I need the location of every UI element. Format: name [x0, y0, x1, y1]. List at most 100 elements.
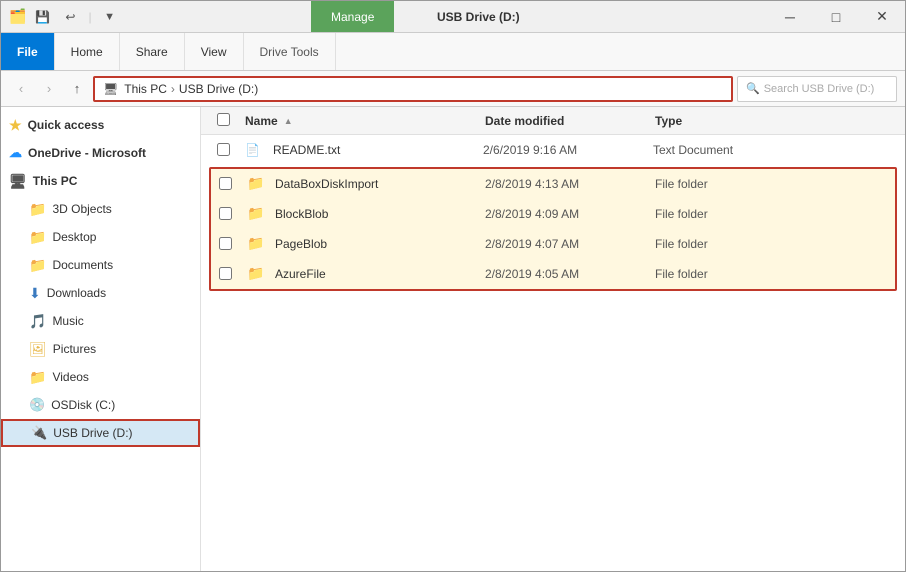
tab-home[interactable]: Home: [55, 33, 120, 70]
tab-file[interactable]: File: [1, 33, 55, 70]
minimize-button[interactable]: ─: [767, 1, 813, 33]
sidebar-item-label: Desktop: [52, 230, 96, 244]
search-box[interactable]: 🔍 Search USB Drive (D:): [737, 76, 897, 102]
tab-view[interactable]: View: [185, 33, 244, 70]
sidebar-item-documents[interactable]: 📁 Documents: [1, 251, 200, 279]
sidebar-quick-access[interactable]: ★ Quick access: [1, 111, 200, 139]
quick-access-label: Quick access: [28, 118, 105, 132]
sidebar-item-usb-drive[interactable]: 🔌 USB Drive (D:): [1, 419, 200, 447]
address-box[interactable]: 🖥 This PC › USB Drive (D:): [93, 76, 733, 102]
file-date: 2/8/2019 4:05 AM: [485, 267, 655, 281]
title-bar-left: 🗂️ 💾 ↩ | ▼: [1, 1, 130, 32]
column-headers: Name ▲ Date modified Type: [201, 107, 905, 135]
row-checkbox[interactable]: [219, 237, 232, 250]
window-icon: 🗂️: [9, 8, 26, 25]
ribbon: File Home Share View Drive Tools: [1, 33, 905, 71]
col-name-header[interactable]: Name ▲: [245, 114, 485, 128]
folder-icon: 📁: [247, 235, 269, 252]
this-pc-icon: 🖥: [9, 173, 27, 190]
undo-button[interactable]: ↩: [58, 5, 82, 29]
file-type: Text Document: [653, 143, 889, 157]
onedrive-label: OneDrive - Microsoft: [28, 146, 146, 160]
row-checkbox[interactable]: [219, 177, 232, 190]
sidebar-item-downloads[interactable]: ⬇ Downloads: [1, 279, 200, 307]
file-type: File folder: [655, 267, 887, 281]
file-type: File folder: [655, 207, 887, 221]
sidebar: ★ Quick access ☁ OneDrive - Microsoft 🖥 …: [1, 107, 201, 571]
sidebar-item-videos[interactable]: 📁 Videos: [1, 363, 200, 391]
sidebar-item-label: Downloads: [47, 286, 106, 300]
sidebar-item-osdisk[interactable]: 💿 OSDisk (C:): [1, 391, 200, 419]
folder-icon: 📁: [29, 201, 46, 218]
title-bar: 🗂️ 💾 ↩ | ▼ Manage USB Drive (D:) ─ □ ✕: [1, 1, 905, 33]
file-checkbox[interactable]: [219, 207, 247, 220]
file-name: DataBoxDiskImport: [275, 177, 485, 191]
address-bar: ‹ › ↑ 🖥 This PC › USB Drive (D:) 🔍 Searc…: [1, 71, 905, 107]
sidebar-item-label: USB Drive (D:): [53, 426, 132, 440]
file-checkbox[interactable]: [217, 143, 245, 156]
close-button[interactable]: ✕: [859, 1, 905, 33]
file-checkbox[interactable]: [219, 177, 247, 190]
tab-drive-tools[interactable]: Drive Tools: [244, 33, 336, 70]
tab-share[interactable]: Share: [120, 33, 185, 70]
search-placeholder: Search USB Drive (D:): [764, 83, 875, 95]
breadcrumb-this-pc: This PC: [124, 82, 167, 96]
sidebar-item-pictures[interactable]: 🖼 Pictures: [1, 335, 200, 363]
manage-tab[interactable]: Manage: [311, 1, 394, 32]
sidebar-onedrive[interactable]: ☁ OneDrive - Microsoft: [1, 139, 200, 167]
file-row-blockblob[interactable]: 📁 BlockBlob 2/8/2019 4:09 AM File folder: [211, 199, 895, 229]
window-title: USB Drive (D:): [421, 1, 520, 32]
file-date: 2/6/2019 9:16 AM: [483, 143, 653, 157]
music-icon: 🎵: [29, 313, 46, 330]
sidebar-item-desktop[interactable]: 📁 Desktop: [1, 223, 200, 251]
breadcrumb-usb: USB Drive (D:): [179, 82, 258, 96]
row-checkbox[interactable]: [217, 143, 230, 156]
drive-icon: 💿: [29, 397, 45, 413]
col-date-header[interactable]: Date modified: [485, 114, 655, 128]
folder-icon: 📁: [247, 175, 269, 192]
properties-button[interactable]: ▼: [98, 5, 122, 29]
content-area: Name ▲ Date modified Type 📄 README.txt 2…: [201, 107, 905, 571]
up-button[interactable]: ↑: [65, 77, 89, 101]
tab-file-label: File: [17, 45, 38, 59]
quick-access-icon: ★: [9, 117, 22, 134]
file-name: AzureFile: [275, 267, 485, 281]
row-checkbox[interactable]: [219, 207, 232, 220]
file-row-readme[interactable]: 📄 README.txt 2/6/2019 9:16 AM Text Docum…: [201, 135, 905, 165]
usb-icon: 🔌: [31, 425, 47, 441]
file-row-azurefile[interactable]: 📁 AzureFile 2/8/2019 4:05 AM File folder: [211, 259, 895, 289]
sidebar-item-3d-objects[interactable]: 📁 3D Objects: [1, 195, 200, 223]
tab-view-label: View: [201, 45, 227, 59]
sidebar-item-label: Music: [52, 314, 83, 328]
select-all-checkbox[interactable]: [217, 113, 230, 126]
forward-button[interactable]: ›: [37, 77, 61, 101]
sidebar-this-pc[interactable]: 🖥 This PC: [1, 167, 200, 195]
maximize-button[interactable]: □: [813, 1, 859, 33]
sidebar-item-label: 3D Objects: [52, 202, 111, 216]
file-list: 📄 README.txt 2/6/2019 9:16 AM Text Docum…: [201, 135, 905, 571]
folder-icon: 📁: [29, 369, 46, 386]
col-type-header[interactable]: Type: [655, 114, 889, 128]
header-checkbox[interactable]: [217, 113, 245, 129]
folder-icon: 🖼: [29, 341, 47, 358]
downloads-icon: ⬇: [29, 285, 41, 302]
main-area: ★ Quick access ☁ OneDrive - Microsoft 🖥 …: [1, 107, 905, 571]
this-pc-label: This PC: [33, 174, 78, 188]
file-row-pageblob[interactable]: 📁 PageBlob 2/8/2019 4:07 AM File folder: [211, 229, 895, 259]
folder-group: 📁 DataBoxDiskImport 2/8/2019 4:13 AM Fil…: [209, 167, 897, 291]
file-checkbox[interactable]: [219, 267, 247, 280]
back-button[interactable]: ‹: [9, 77, 33, 101]
text-file-icon: 📄: [245, 143, 267, 157]
sidebar-item-music[interactable]: 🎵 Music: [1, 307, 200, 335]
folder-icon: 📁: [247, 205, 269, 222]
file-date: 2/8/2019 4:09 AM: [485, 207, 655, 221]
explorer-window: 🗂️ 💾 ↩ | ▼ Manage USB Drive (D:) ─ □ ✕ F…: [0, 0, 906, 572]
tab-drive-tools-label: Drive Tools: [260, 45, 319, 59]
file-date: 2/8/2019 4:13 AM: [485, 177, 655, 191]
sort-arrow: ▲: [284, 116, 293, 126]
save-button[interactable]: 💾: [30, 5, 54, 29]
file-checkbox[interactable]: [219, 237, 247, 250]
tab-share-label: Share: [136, 45, 168, 59]
row-checkbox[interactable]: [219, 267, 232, 280]
file-row-databoxdiskimport[interactable]: 📁 DataBoxDiskImport 2/8/2019 4:13 AM Fil…: [211, 169, 895, 199]
